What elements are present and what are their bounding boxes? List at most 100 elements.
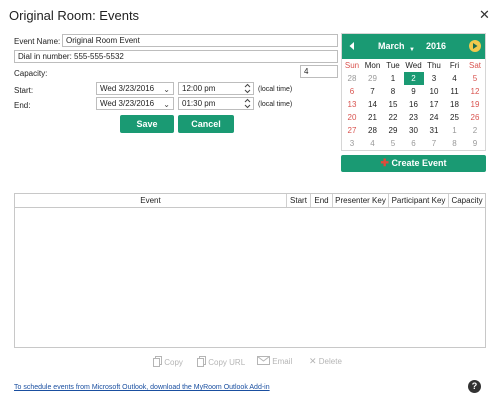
calendar-day[interactable]: 27 — [342, 124, 362, 137]
capacity-input[interactable]: 4 — [300, 65, 338, 78]
calendar-day[interactable]: 28 — [342, 72, 362, 85]
calendar-day[interactable]: 4 — [445, 72, 465, 85]
email-label: Email — [272, 357, 293, 366]
event-name-input[interactable]: Original Room Event — [62, 34, 338, 47]
create-event-button[interactable]: ✚ Create Event — [341, 155, 486, 172]
calendar-day[interactable]: 25 — [445, 111, 465, 124]
prev-month-icon[interactable] — [347, 41, 357, 51]
calendar-day[interactable]: 19 — [465, 98, 485, 111]
calendar-day[interactable]: 31 — [424, 124, 444, 137]
calendar-day[interactable]: 18 — [445, 98, 465, 111]
calendar-day[interactable]: 7 — [424, 137, 444, 150]
column-header-start[interactable]: Start — [287, 194, 311, 207]
start-time-input[interactable]: 12:00 pm — [178, 82, 254, 95]
column-header-end[interactable]: End — [311, 194, 333, 207]
calendar-day[interactable]: 29 — [383, 124, 403, 137]
start-label: Start: — [14, 86, 34, 95]
calendar-day[interactable]: 1 — [445, 124, 465, 137]
calendar-day[interactable]: 20 — [342, 111, 362, 124]
calendar-day[interactable]: 16 — [404, 98, 424, 111]
calendar-day[interactable]: 9 — [404, 85, 424, 98]
copy-url-icon — [197, 356, 206, 367]
weekday-header: Thu — [427, 61, 441, 70]
calendar-day[interactable]: 6 — [342, 85, 362, 98]
weekday-header: Fri — [449, 61, 460, 70]
help-icon[interactable]: ? — [468, 380, 481, 393]
close-icon[interactable]: ✕ — [479, 8, 490, 22]
month-dropdown-icon[interactable]: ▼ — [409, 47, 415, 53]
calendar-day[interactable]: 17 — [424, 98, 444, 111]
start-date-value: Wed 3/23/2016 — [100, 84, 155, 93]
weekday-header: Tue — [386, 61, 400, 70]
plus-icon: ✚ — [380, 158, 389, 169]
copy-button[interactable]: Copy — [153, 356, 183, 367]
calendar-day[interactable]: 30 — [404, 124, 424, 137]
weekday-header: Mon — [364, 61, 381, 70]
calendar-day[interactable]: 1 — [383, 72, 403, 85]
delete-icon: ✕ — [309, 356, 317, 366]
email-icon — [257, 356, 270, 365]
calendar-day[interactable]: 21 — [363, 111, 383, 124]
calendar-day[interactable]: 11 — [445, 85, 465, 98]
email-button[interactable]: Email — [257, 356, 292, 366]
calendar-day[interactable]: 5 — [465, 72, 485, 85]
calendar-day-selected[interactable]: 2 — [403, 72, 424, 85]
calendar-month[interactable]: March — [378, 41, 405, 51]
calendar-day[interactable]: 24 — [424, 111, 444, 124]
end-time-value: 01:30 pm — [182, 99, 216, 108]
events-table: Event Start End Presenter Key Participan… — [14, 193, 486, 348]
copy-url-button[interactable]: Copy URL — [197, 356, 245, 367]
end-date-select[interactable]: Wed 3/23/2016 ⌄ — [96, 97, 174, 110]
dial-in-field: Dial in number: 555-555-5532 — [14, 50, 338, 63]
calendar-day[interactable]: 5 — [383, 137, 403, 150]
end-date-value: Wed 3/23/2016 — [100, 99, 155, 108]
calendar-day[interactable]: 15 — [383, 98, 403, 111]
start-date-select[interactable]: Wed 3/23/2016 ⌄ — [96, 82, 174, 95]
calendar-day[interactable]: 22 — [383, 111, 403, 124]
calendar-day[interactable]: 29 — [363, 72, 383, 85]
table-header: Event Start End Presenter Key Participan… — [15, 194, 485, 208]
calendar-day[interactable]: 3 — [342, 137, 362, 150]
calendar-day[interactable]: 9 — [465, 137, 485, 150]
spinner-icon[interactable] — [244, 98, 251, 109]
calendar-day[interactable]: 14 — [363, 98, 383, 111]
copy-icon — [153, 356, 162, 367]
chevron-down-icon: ⌄ — [163, 100, 170, 109]
column-header-participant-key[interactable]: Participant Key — [389, 194, 449, 207]
calendar-year[interactable]: 2016 — [426, 41, 446, 51]
calendar-day[interactable]: 6 — [404, 137, 424, 150]
window-title: Original Room: Events — [9, 8, 140, 23]
event-name-label: Event Name: — [14, 37, 61, 46]
create-event-label: Create Event — [391, 158, 447, 168]
copy-url-label: Copy URL — [208, 358, 246, 367]
calendar-day[interactable]: 23 — [404, 111, 424, 124]
start-local-time: (local time) — [258, 86, 293, 93]
delete-label: Delete — [318, 357, 342, 366]
capacity-label: Capacity: — [14, 69, 48, 78]
calendar-day[interactable]: 8 — [383, 85, 403, 98]
calendar-day[interactable]: 3 — [424, 72, 444, 85]
calendar-header: March ▼ 2016 — [342, 34, 485, 59]
next-month-icon[interactable] — [469, 40, 481, 52]
calendar-day[interactable]: 8 — [445, 137, 465, 150]
start-time-value: 12:00 pm — [182, 84, 216, 93]
calendar-day[interactable]: 2 — [465, 124, 485, 137]
end-time-input[interactable]: 01:30 pm — [178, 97, 254, 110]
calendar-day[interactable]: 26 — [465, 111, 485, 124]
delete-button[interactable]: ✕ Delete — [309, 356, 342, 367]
calendar-day[interactable]: 28 — [363, 124, 383, 137]
column-header-event[interactable]: Event — [15, 194, 287, 207]
outlook-addin-link[interactable]: To schedule events from Microsoft Outloo… — [14, 384, 270, 391]
cancel-button[interactable]: Cancel — [178, 115, 234, 133]
calendar-day[interactable]: 4 — [363, 137, 383, 150]
column-header-capacity[interactable]: Capacity — [449, 194, 485, 207]
calendar-day[interactable]: 12 — [465, 85, 485, 98]
end-local-time: (local time) — [258, 101, 293, 108]
save-button[interactable]: Save — [120, 115, 174, 133]
spinner-icon[interactable] — [244, 83, 251, 94]
weekday-header: Sun — [344, 61, 360, 70]
calendar-day[interactable]: 13 — [342, 98, 362, 111]
column-header-presenter-key[interactable]: Presenter Key — [333, 194, 389, 207]
calendar-day[interactable]: 10 — [424, 85, 444, 98]
calendar-day[interactable]: 7 — [363, 85, 383, 98]
